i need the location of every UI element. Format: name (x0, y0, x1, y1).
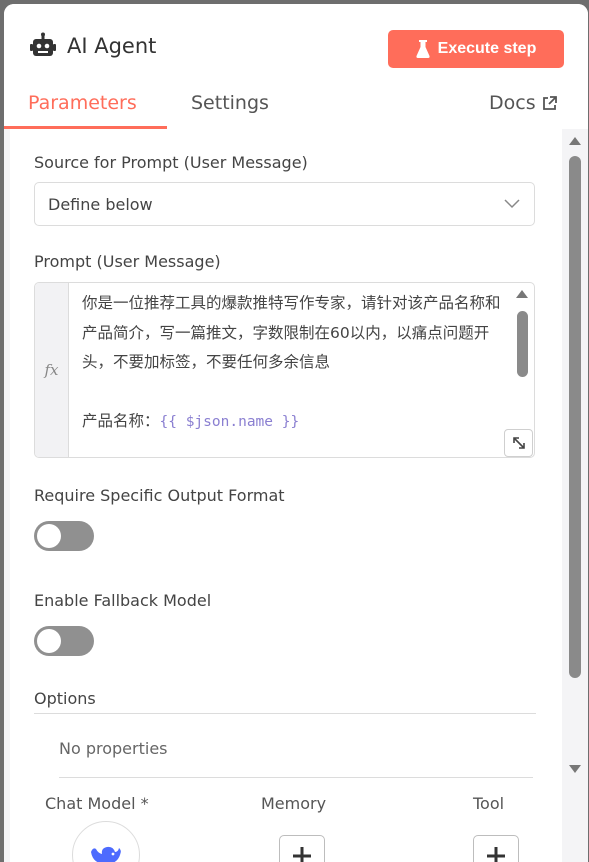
chat-model-label: Chat Model * (45, 794, 149, 813)
expand-icon (512, 437, 525, 449)
prompt-body: 你是一位推荐工具的爆款推特写作专家，请针对该产品名称和产品简介，写一篇推文，字数… (82, 294, 501, 371)
toggle-knob (37, 524, 61, 548)
prompt-label: Prompt (User Message) (34, 252, 221, 271)
plus-icon (293, 847, 311, 862)
prompt-scroll-up-icon[interactable] (515, 289, 529, 299)
deepseek-whale-icon (91, 846, 121, 862)
output-format-toggle[interactable] (34, 521, 94, 551)
fallback-model-toggle[interactable] (34, 626, 94, 656)
title-row: AI Agent (29, 32, 156, 60)
execute-step-label: Execute step (437, 40, 537, 57)
add-memory-button[interactable] (279, 835, 325, 862)
panel-header: AI Agent Execute step Parameters Setting… (4, 4, 588, 129)
chevron-down-icon (504, 199, 520, 209)
prompt-name-expression: {{ $json.name }} (159, 414, 300, 430)
fx-label: fx (44, 361, 59, 379)
tab-settings[interactable]: Settings (191, 92, 269, 114)
expand-editor-button[interactable] (504, 429, 533, 457)
tab-bar: Parameters Settings Docs (4, 86, 588, 130)
scroll-up-icon[interactable] (568, 136, 582, 146)
prompt-scrollbar-thumb[interactable] (517, 311, 528, 377)
prompt-editor[interactable]: fx 你是一位推荐工具的爆款推特写作专家，请针对该产品名称和产品简介，写一篇推文… (34, 282, 535, 458)
node-panel: AI Agent Execute step Parameters Setting… (4, 4, 588, 862)
options-divider (34, 713, 536, 714)
flask-icon (416, 40, 430, 58)
chat-model-node[interactable] (72, 821, 140, 862)
docs-label: Docs (489, 92, 536, 114)
expression-indicator: fx (35, 283, 69, 457)
source-prompt-value: Define below (48, 195, 153, 214)
docs-link[interactable]: Docs (489, 92, 557, 114)
parameters-form: Source for Prompt (User Message) Define … (10, 129, 562, 862)
options-bottom-divider (59, 777, 533, 778)
prompt-name-prefix: 产品名称： (82, 412, 160, 430)
add-tool-button[interactable] (473, 835, 519, 862)
tool-label: Tool (473, 794, 505, 813)
toggle-knob (37, 629, 61, 653)
plus-icon (487, 847, 505, 862)
scroll-down-icon[interactable] (568, 764, 582, 774)
tab-parameters[interactable]: Parameters (28, 92, 137, 114)
execute-step-button[interactable]: Execute step (388, 30, 564, 68)
panel-scrollbar[interactable] (567, 132, 583, 782)
external-link-icon (542, 95, 557, 110)
panel-title: AI Agent (67, 34, 157, 58)
prompt-text[interactable]: 你是一位推荐工具的爆款推特写作专家，请针对该产品名称和产品简介，写一篇推文，字数… (82, 289, 502, 438)
no-properties-text: No properties (59, 739, 168, 758)
options-label: Options (34, 689, 96, 708)
panel-content: Source for Prompt (User Message) Define … (4, 129, 588, 862)
output-format-label: Require Specific Output Format (34, 486, 285, 505)
scrollbar-thumb[interactable] (569, 156, 581, 678)
fallback-model-label: Enable Fallback Model (34, 591, 212, 610)
robot-icon (30, 32, 56, 56)
memory-label: Memory (261, 794, 327, 813)
source-prompt-select[interactable]: Define below (34, 182, 535, 226)
source-prompt-label: Source for Prompt (User Message) (34, 153, 308, 172)
